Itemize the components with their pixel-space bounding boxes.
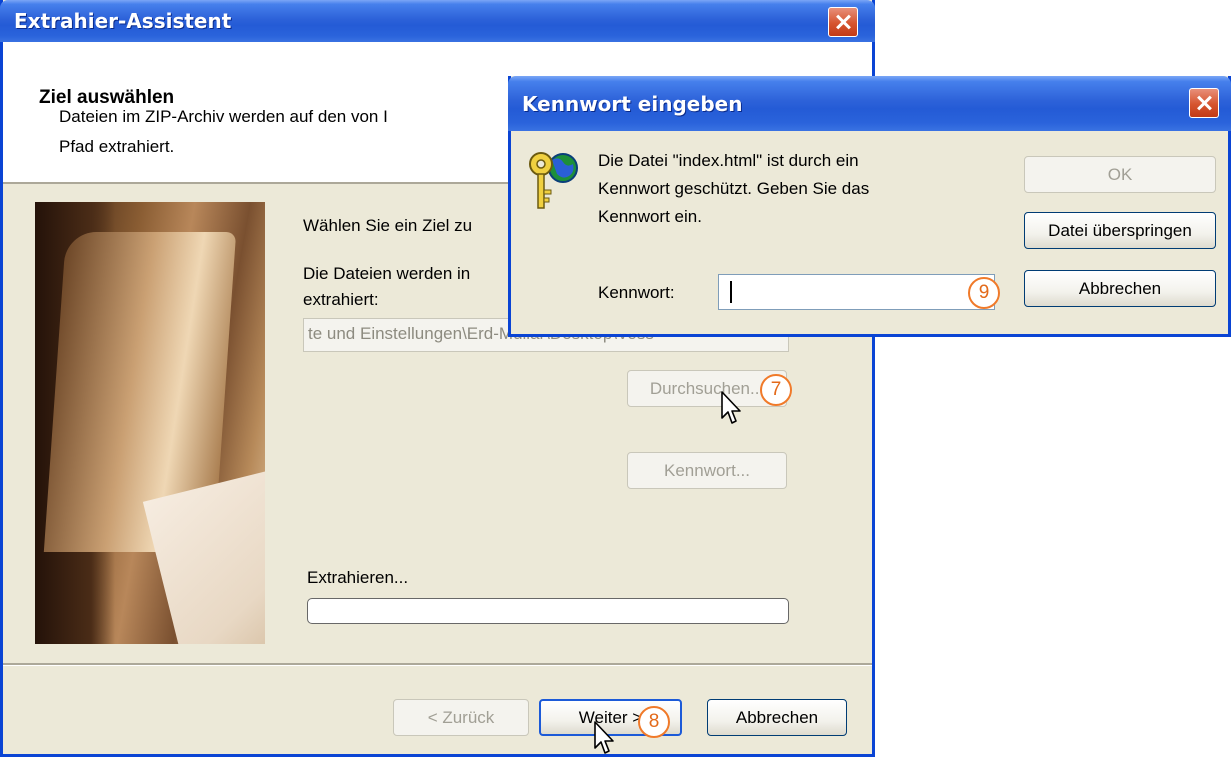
key-icon bbox=[529, 152, 578, 209]
footer-separator bbox=[3, 663, 872, 666]
back-button[interactable]: < Zurück bbox=[393, 699, 529, 736]
extract-progress-bar bbox=[307, 598, 789, 624]
text-caret bbox=[730, 281, 732, 303]
wizard-title-bar[interactable]: Extrahier-Assistent bbox=[0, 0, 875, 42]
files-extracted-line2: extrahiert: bbox=[303, 290, 379, 309]
password-field-label: Kennwort: bbox=[598, 283, 675, 302]
dialog-cancel-button[interactable]: Abbrechen bbox=[1024, 270, 1216, 307]
choose-target-text: Wählen Sie ein Ziel zu bbox=[303, 216, 473, 235]
step-heading: Ziel auswählen bbox=[39, 87, 175, 108]
mouse-pointer-icon bbox=[721, 391, 741, 424]
skip-file-button[interactable]: Datei überspringen bbox=[1024, 212, 1216, 249]
ok-button[interactable]: OK bbox=[1024, 156, 1216, 193]
files-extracted-line1: Die Dateien werden in bbox=[303, 264, 471, 283]
extracting-label: Extrahieren... bbox=[307, 568, 409, 587]
step-badge-8: 8 bbox=[638, 706, 670, 738]
dialog-title: Kennwort eingeben bbox=[522, 92, 743, 116]
dialog-message-line3: Kennwort ein. bbox=[598, 207, 702, 226]
step-badge-9: 9 bbox=[968, 277, 1000, 309]
dialog-title-bar[interactable]: Kennwort eingeben bbox=[508, 76, 1231, 131]
wizard-side-image bbox=[35, 202, 265, 644]
password-input[interactable] bbox=[718, 274, 995, 310]
step-description-line1: Dateien im ZIP-Archiv werden auf den von… bbox=[59, 107, 388, 126]
wizard-cancel-button[interactable]: Abbrechen bbox=[707, 699, 847, 736]
dialog-message-line1: Die Datei "index.html" ist durch ein bbox=[598, 151, 859, 170]
dialog-message-line2: Kennwort geschützt. Geben Sie das bbox=[598, 179, 870, 198]
password-dialog: Kennwort eingeben Die Datei "index.html"… bbox=[508, 76, 1231, 337]
wizard-close-icon[interactable] bbox=[828, 7, 858, 37]
step-badge-7: 7 bbox=[760, 374, 792, 406]
password-button[interactable]: Kennwort... bbox=[627, 452, 787, 489]
mouse-pointer-icon bbox=[594, 721, 614, 754]
wizard-title: Extrahier-Assistent bbox=[14, 9, 232, 33]
dialog-close-icon[interactable] bbox=[1189, 88, 1219, 118]
step-description-line2: Pfad extrahiert. bbox=[59, 137, 175, 156]
